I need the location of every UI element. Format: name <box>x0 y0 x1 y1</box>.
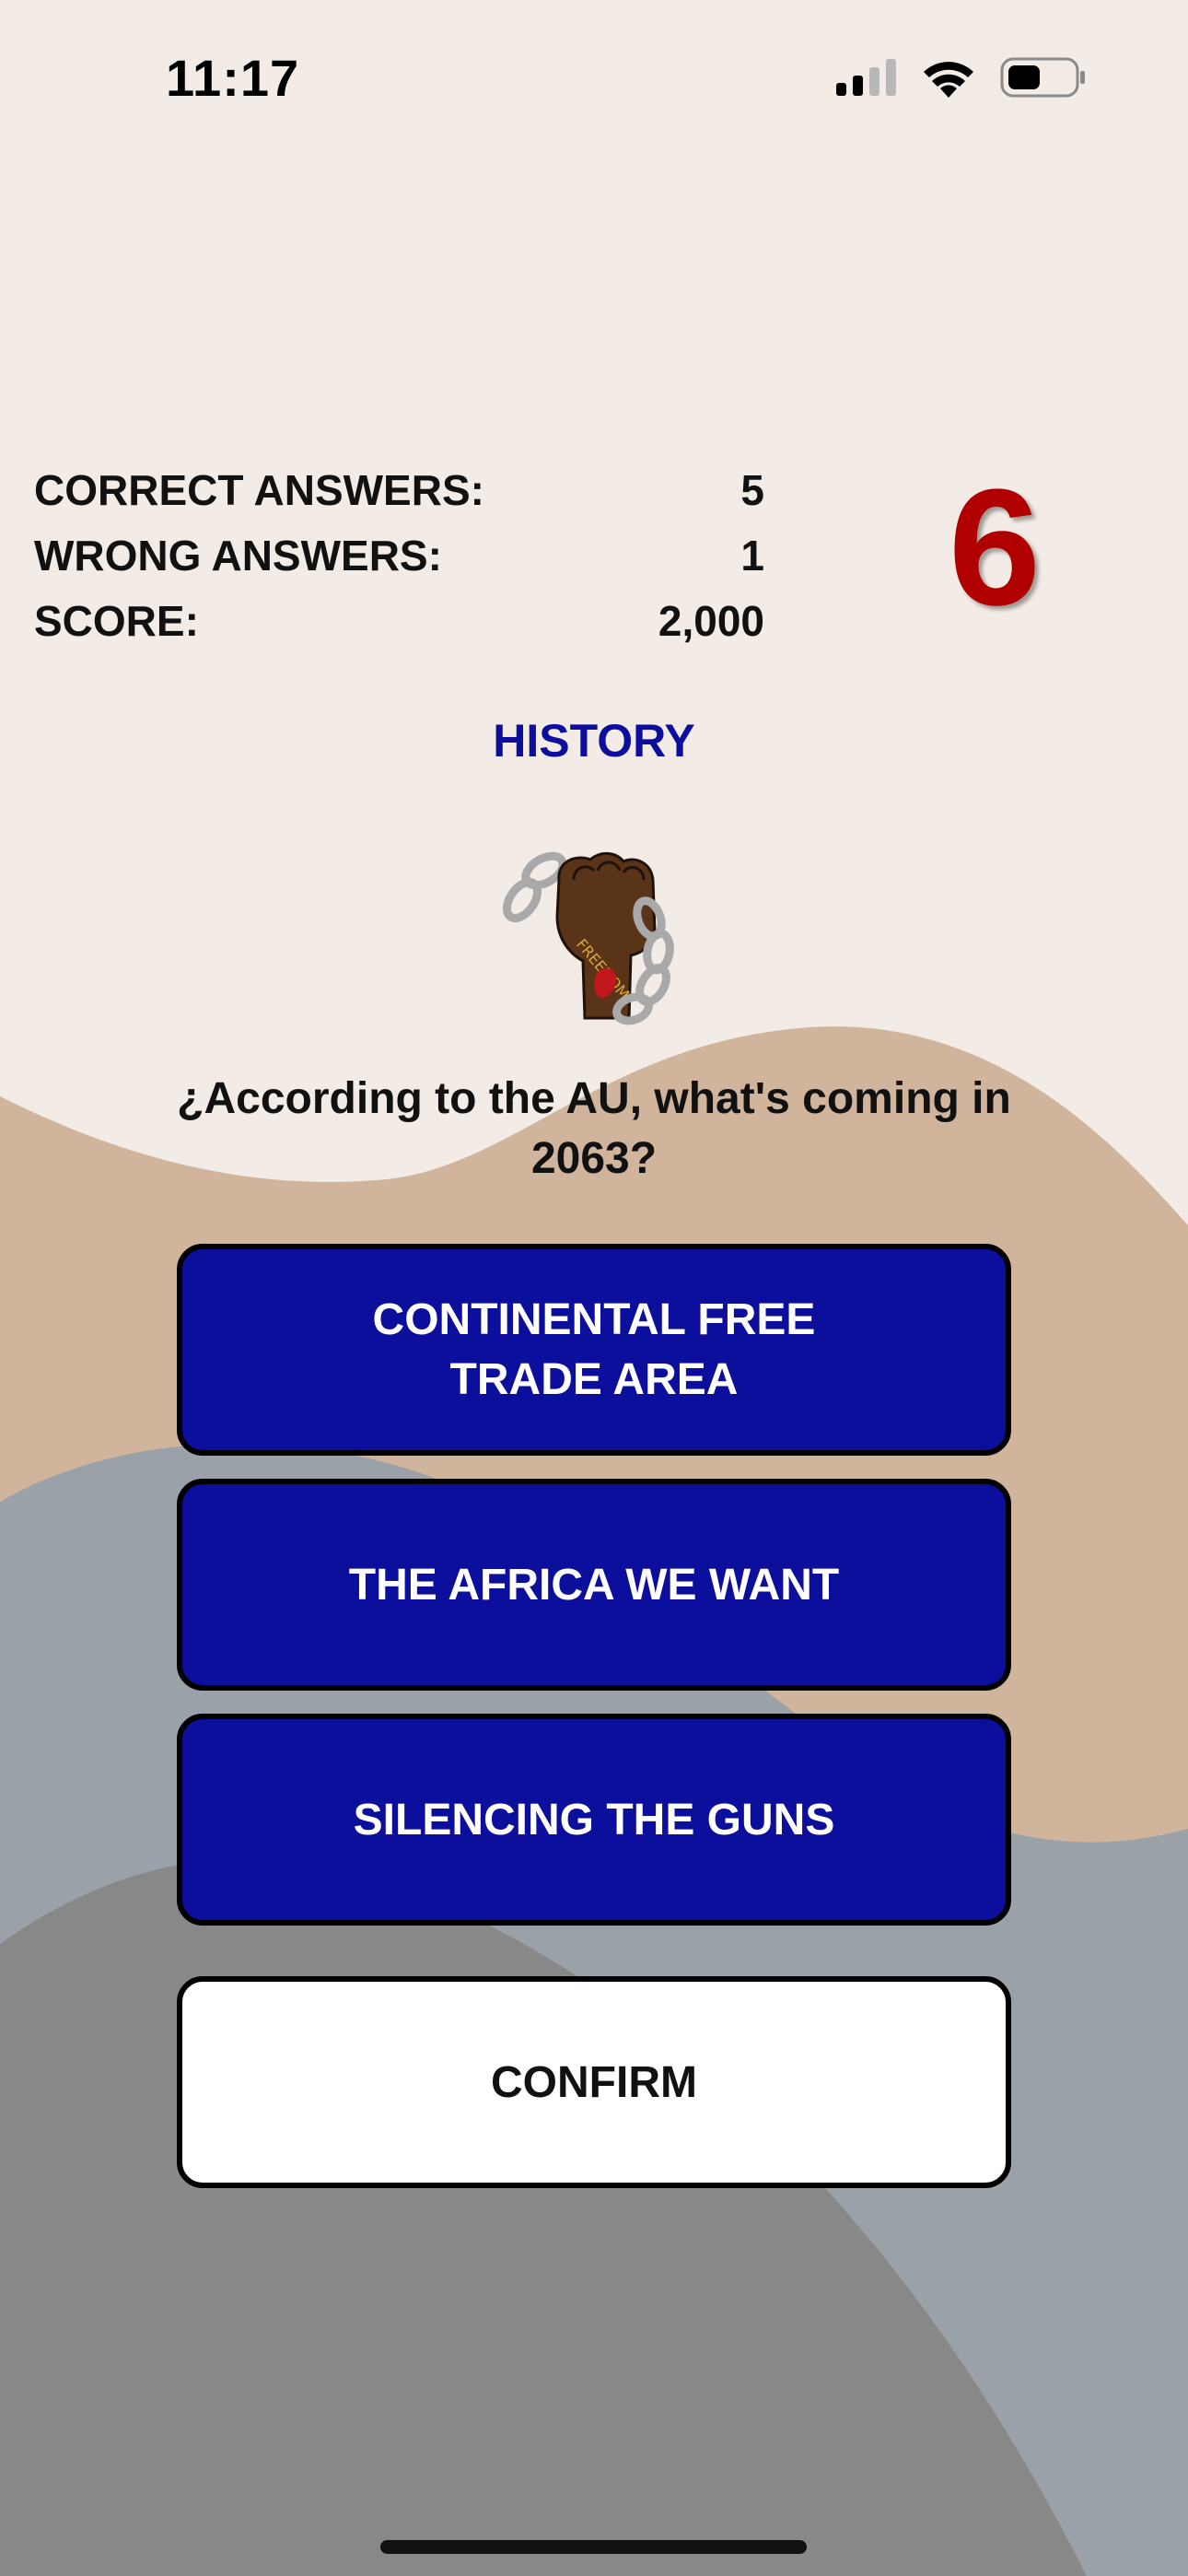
status-icons <box>836 57 1087 98</box>
answer-button-1-label: CONTINENTAL FREE TRADE AREA <box>372 1295 816 1404</box>
question-counter: 6 <box>948 455 1042 640</box>
cellular-signal-icon <box>836 59 897 96</box>
correct-answers-label: CORRECT ANSWERS: <box>34 466 484 514</box>
category-title: HISTORY <box>493 715 695 767</box>
score-label: SCORE: <box>34 597 199 645</box>
home-indicator[interactable] <box>380 2540 807 2554</box>
wrong-answers-value: 1 <box>740 532 764 580</box>
answer-button-2[interactable]: THE AFRICA WE WANT <box>177 1479 1011 1691</box>
answer-button-1[interactable]: CONTINENTAL FREE TRADE AREA <box>177 1244 1011 1456</box>
correct-answers-row: CORRECT ANSWERS: 5 <box>34 465 764 531</box>
battery-icon <box>1000 57 1087 98</box>
answer-button-2-label: THE AFRICA WE WANT <box>348 1560 840 1610</box>
status-time: 11:17 <box>166 49 300 107</box>
score-row: SCORE: 2,000 <box>34 596 764 662</box>
wifi-icon <box>921 57 976 98</box>
quiz-screen: 11:17 CORRECT ANSWERS: 5 WRONG ANSWERS: … <box>0 0 1188 2576</box>
confirm-button[interactable]: CONFIRM <box>177 1976 1011 2188</box>
confirm-button-label: CONFIRM <box>491 2057 697 2107</box>
stats-panel: CORRECT ANSWERS: 5 WRONG ANSWERS: 1 SCOR… <box>34 465 764 662</box>
score-value: 2,000 <box>658 597 764 645</box>
wrong-answers-label: WRONG ANSWERS: <box>34 532 442 580</box>
answer-button-3-label: SILENCING THE GUNS <box>353 1795 835 1844</box>
correct-answers-value: 5 <box>740 466 764 514</box>
answer-button-3[interactable]: SILENCING THE GUNS <box>177 1714 1011 1926</box>
wrong-answers-row: WRONG ANSWERS: 1 <box>34 531 764 596</box>
question-text: ¿According to the AU, what's coming in 2… <box>177 1074 1011 1183</box>
freedom-fist-icon: FREEDOM <box>502 843 686 1027</box>
